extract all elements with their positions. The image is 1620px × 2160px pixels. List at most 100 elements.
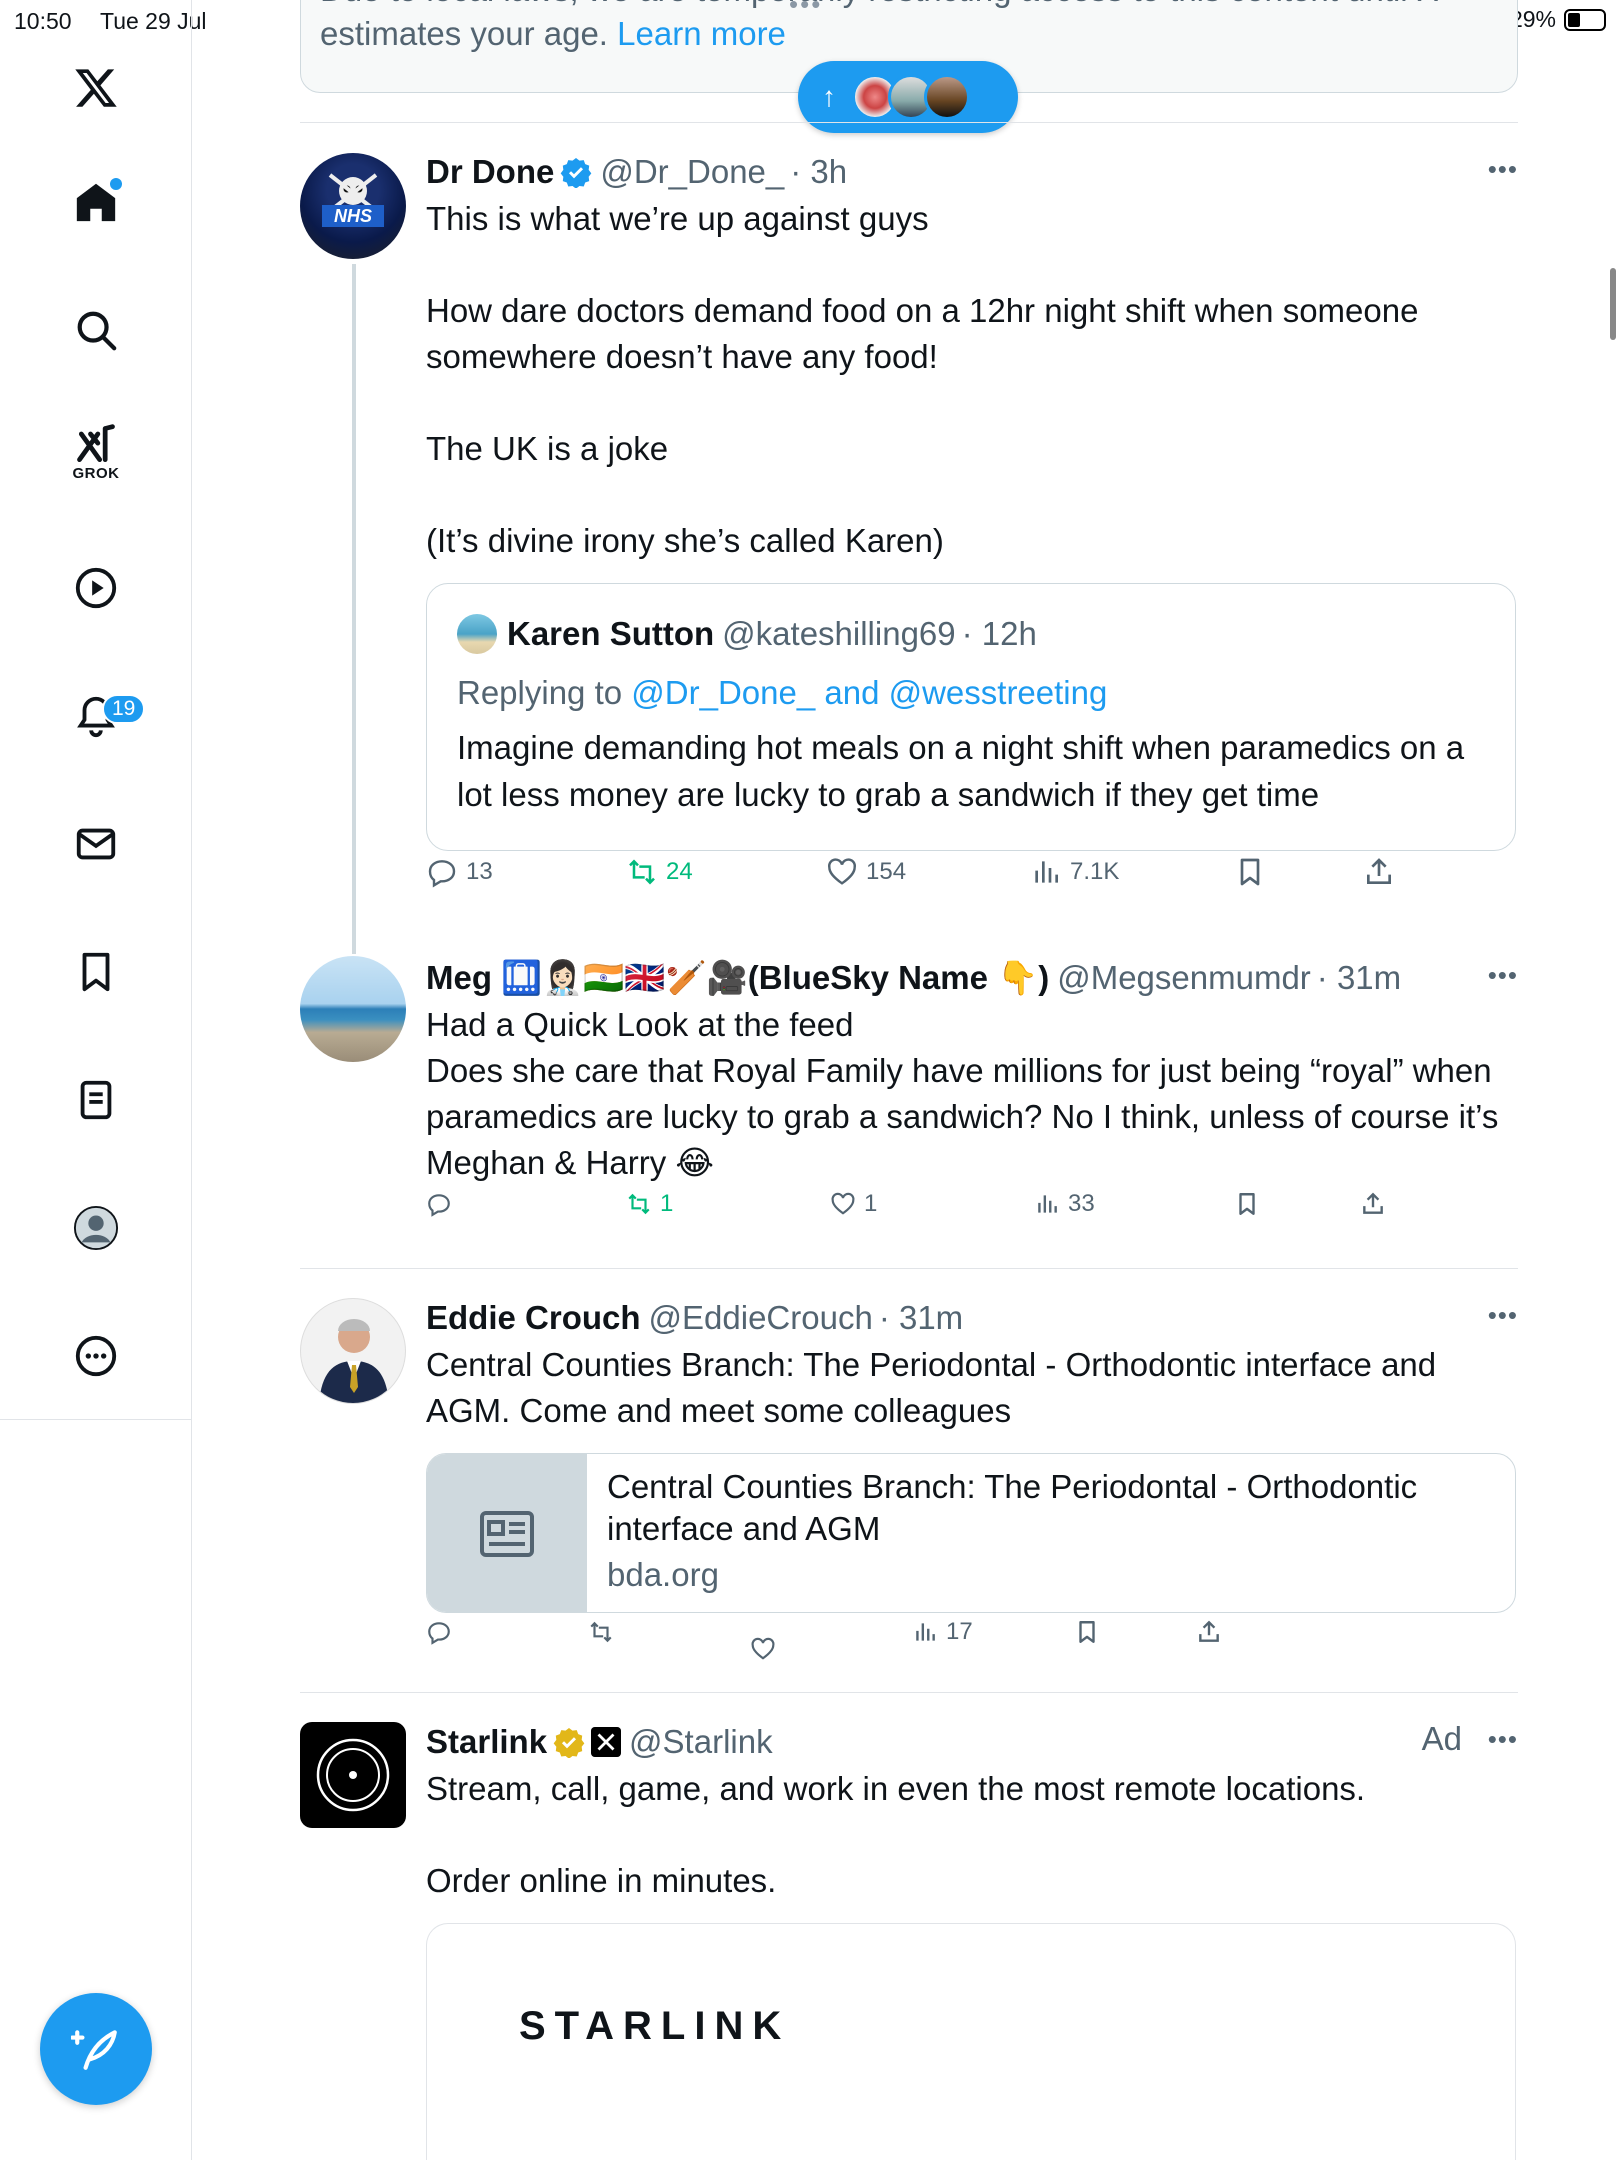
quote-author-handle: @kateshilling69: [722, 615, 956, 652]
search-nav-item[interactable]: [62, 296, 130, 364]
author-name[interactable]: Eddie Crouch: [426, 1299, 641, 1337]
divider: [300, 1692, 1518, 1693]
avatar[interactable]: [300, 956, 406, 1062]
starlink-logo-icon: [316, 1738, 390, 1812]
notifications-nav-item[interactable]: 19: [62, 682, 146, 750]
repost-count: 24: [666, 858, 693, 885]
starlink-wordmark: STARLINK: [519, 2004, 791, 2048]
sidebar: GROK 19: [0, 0, 192, 1420]
link-domain: bda.org: [607, 1556, 719, 1593]
more-options-icon[interactable]: •••: [1488, 1300, 1518, 1331]
like-button[interactable]: 1: [830, 1190, 877, 1218]
tweet-body: Dr Done @Dr_Done_ · 3h ••• This is what …: [426, 150, 1518, 564]
quoted-tweet[interactable]: Karen Sutton @kateshilling69 · 12h Reply…: [426, 583, 1516, 851]
views-button[interactable]: 7.1K: [1030, 856, 1119, 888]
views-button[interactable]: 33: [1034, 1190, 1095, 1218]
quote-text: Imagine demanding hot meals on a night s…: [457, 729, 1465, 813]
bookmark-button[interactable]: [1234, 856, 1266, 888]
sidebar-divider: [191, 1420, 192, 2160]
views-count: 33: [1068, 1190, 1095, 1217]
tweet-time[interactable]: · 31m: [879, 1299, 963, 1337]
messages-icon: [76, 828, 116, 860]
like-count: 1: [864, 1190, 878, 1217]
share-button[interactable]: [1363, 856, 1395, 888]
profile-icon: [73, 1205, 119, 1251]
bookmark-icon: [1079, 1621, 1095, 1643]
person-portrait-icon: [319, 1319, 389, 1403]
author-name[interactable]: Meg 🛄👩🏻‍⚕️🇮🇳🇬🇧🏏🎥(BlueSky Name 👇): [426, 959, 1049, 998]
grok-nav-item[interactable]: GROK: [62, 418, 130, 486]
avatar[interactable]: [300, 1298, 406, 1404]
views-count: 7.1K: [1070, 858, 1120, 885]
home-nav-item[interactable]: [62, 168, 130, 236]
author-handle[interactable]: @Megsenmumdr: [1057, 959, 1311, 997]
views-button[interactable]: 17: [912, 1618, 973, 1646]
avatar[interactable]: [300, 1722, 406, 1828]
quote-replying-to: Replying to @Dr_Done_ and @wesstreeting: [457, 674, 1107, 712]
like-count: 154: [866, 858, 907, 885]
reply-button[interactable]: [426, 1191, 452, 1217]
author-name[interactable]: Dr Done: [426, 153, 554, 191]
more-nav-item[interactable]: [62, 1322, 130, 1390]
compose-post-button[interactable]: [40, 1993, 152, 2105]
views-chart-icon: [916, 1623, 935, 1641]
tweet-text: This is what we’re up against guys How d…: [426, 200, 1419, 559]
share-icon: [1199, 1620, 1219, 1642]
repost-button[interactable]: [588, 1619, 614, 1645]
learn-more-link[interactable]: Learn more: [617, 15, 786, 52]
bookmarks-icon: [82, 952, 110, 992]
pill-avatar: [924, 74, 970, 120]
tweet-header: Dr Done @Dr_Done_ · 3h: [426, 150, 1518, 194]
scrollbar-indicator[interactable]: [1610, 268, 1616, 340]
like-button[interactable]: 154: [826, 856, 906, 888]
tweet-time[interactable]: · 31m: [1317, 959, 1401, 997]
tweet-text: Stream, call, game, and work in even the…: [426, 1770, 1366, 1899]
more-options-icon[interactable]: •••: [1488, 154, 1518, 185]
avatar[interactable]: NHS: [300, 153, 406, 259]
share-icon: [1367, 858, 1391, 884]
lists-icon: [80, 1080, 112, 1120]
profile-nav-item[interactable]: [62, 1194, 130, 1262]
video-nav-item[interactable]: [62, 554, 130, 622]
share-button[interactable]: [1360, 1191, 1386, 1217]
messages-nav-item[interactable]: [62, 810, 130, 878]
more-options-icon[interactable]: •••: [1488, 1724, 1518, 1755]
repost-icon: [590, 1621, 612, 1643]
replying-to-users[interactable]: @Dr_Done_ and @wesstreeting: [631, 674, 1107, 711]
tweet-text: Had a Quick Look at the feed Does she ca…: [426, 1006, 1499, 1181]
search-icon: [77, 311, 117, 351]
author-handle[interactable]: @EddieCrouch: [649, 1299, 873, 1337]
replying-prefix: Replying to: [457, 674, 623, 711]
reply-button[interactable]: [426, 1619, 452, 1645]
lists-nav-item[interactable]: [62, 1066, 130, 1134]
compose-feather-icon: [71, 2030, 117, 2070]
verified-badge-icon: [561, 158, 592, 188]
tweet-time[interactable]: · 3h: [790, 153, 847, 191]
bookmark-button[interactable]: [1234, 1191, 1260, 1217]
repost-button[interactable]: 24: [626, 856, 693, 888]
ad-media-card[interactable]: STARLINK: [426, 1923, 1516, 2160]
link-title: Central Counties Branch: The Periodontal…: [607, 1468, 1418, 1547]
like-heart-icon: [751, 1637, 775, 1660]
tweet-body: Meg 🛄👩🏻‍⚕️🇮🇳🇬🇧🏏🎥(BlueSky Name 👇) @Megsen…: [426, 956, 1518, 1186]
author-name[interactable]: Starlink: [426, 1723, 547, 1761]
repost-button[interactable]: 1: [626, 1190, 673, 1218]
repost-count: 1: [660, 1190, 674, 1217]
reply-icon: [428, 1194, 450, 1217]
bookmarks-nav-item[interactable]: [62, 938, 130, 1006]
more-options-icon[interactable]: •••: [1488, 960, 1518, 991]
svg-text:NHS: NHS: [334, 206, 372, 226]
reply-icon: [428, 1622, 450, 1645]
author-handle[interactable]: @Starlink: [629, 1723, 773, 1761]
like-button[interactable]: [750, 1636, 776, 1662]
x-logo-icon[interactable]: [62, 54, 130, 122]
author-handle[interactable]: @Dr_Done_: [600, 153, 784, 191]
gold-verified-badge-icon: [553, 1728, 585, 1758]
bookmark-button[interactable]: [1074, 1619, 1100, 1645]
link-preview-card[interactable]: Central Counties Branch: The Periodontal…: [426, 1453, 1516, 1613]
x-affiliate-badge-icon: [591, 1727, 622, 1757]
share-button[interactable]: [1196, 1619, 1222, 1645]
reply-button[interactable]: 13: [426, 856, 493, 888]
grok-label: GROK: [72, 464, 120, 482]
home-unread-dot: [110, 178, 122, 190]
